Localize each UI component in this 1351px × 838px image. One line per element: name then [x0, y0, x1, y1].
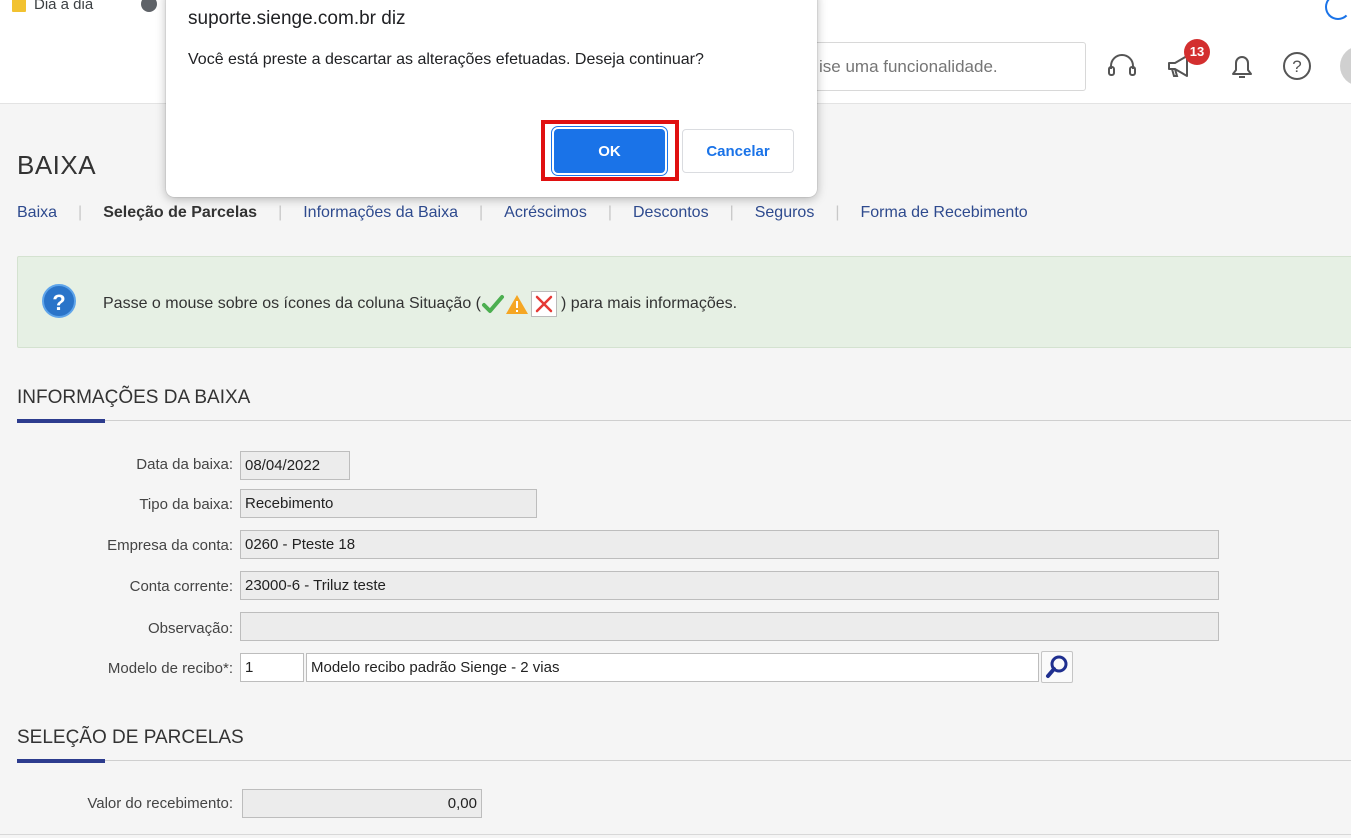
dialog-message: Você está preste a descartar as alteraçõ…: [188, 51, 704, 68]
modelo-recibo-label: Modelo de recibo*:: [107, 660, 233, 677]
bottom-divider: [0, 834, 1351, 835]
valor-recebimento-field: 0,00: [242, 789, 482, 818]
tab-separator: |: [78, 204, 83, 221]
section-divider: [17, 760, 1351, 761]
error-x-icon: [531, 291, 557, 317]
tab-informacoes-baixa[interactable]: Informações da Baixa: [303, 204, 458, 222]
observacao-label: Observação:: [147, 620, 233, 637]
tab-selecao-parcelas[interactable]: Seleção de Parcelas: [103, 204, 257, 222]
info-text-after: ) para mais informações.: [561, 295, 738, 312]
page-title: BAIXA: [17, 150, 97, 180]
data-baixa-label: Data da baixa:: [136, 456, 233, 473]
section-accent: [17, 419, 105, 423]
cancel-button[interactable]: Cancelar: [682, 129, 794, 173]
info-text-before: Passe o mouse sobre os ícones da coluna …: [103, 295, 481, 312]
tab-separator: |: [729, 204, 734, 221]
question-icon: ?: [42, 284, 76, 318]
empresa-conta-field: 0260 - Pteste 18: [240, 530, 1219, 559]
tab-forma-recebimento[interactable]: Forma de Recebimento: [860, 204, 1027, 222]
svg-text:?: ?: [1292, 57, 1301, 76]
bookmark-dia-a-dia[interactable]: Dia a dia: [34, 0, 93, 13]
modelo-recibo-desc-input[interactable]: Modelo recibo padrão Sienge - 2 vias: [306, 653, 1039, 682]
folder-icon: [12, 0, 26, 12]
tab-separator: |: [478, 204, 484, 221]
help-icon[interactable]: ?: [1280, 49, 1314, 83]
tab-baixa[interactable]: Baixa: [17, 204, 57, 222]
warning-icon: [506, 295, 528, 314]
section-divider: [17, 420, 1351, 421]
info-message: Passe o mouse sobre os ícones da coluna …: [103, 291, 737, 317]
tipo-baixa-label: Tipo da baixa:: [139, 496, 233, 513]
section-accent: [17, 759, 105, 763]
search-box[interactable]: [790, 42, 1091, 91]
tab-separator: |: [278, 204, 283, 221]
tab-seguros[interactable]: Seguros: [755, 204, 815, 222]
section-title-informacoes: INFORMAÇÕES DA BAIXA: [17, 387, 251, 408]
notification-badge: 13: [1184, 39, 1210, 65]
conta-corrente-label: Conta corrente:: [129, 578, 233, 595]
tab-descontos[interactable]: Descontos: [633, 204, 709, 222]
empresa-conta-label: Empresa da conta:: [107, 537, 233, 554]
check-icon: [482, 295, 504, 313]
tab-separator: |: [607, 204, 612, 221]
section-title-selecao: SELEÇÃO DE PARCELAS: [17, 727, 244, 748]
tipo-baixa-field: Recebimento: [240, 489, 537, 518]
conta-corrente-field: 23000-6 - Triluz teste: [240, 571, 1219, 600]
refresh-icon[interactable]: [1325, 0, 1351, 20]
globe-icon[interactable]: [141, 0, 157, 12]
tab-acrescimos[interactable]: Acréscimos: [504, 204, 587, 222]
valor-recebimento-label: Valor do recebimento:: [87, 795, 233, 812]
headset-icon[interactable]: [1105, 49, 1139, 83]
search-input[interactable]: [791, 43, 1091, 90]
info-box: ? Passe o mouse sobre os ícones da colun…: [17, 256, 1351, 348]
ok-button[interactable]: OK: [554, 129, 665, 173]
search-icon: [1046, 655, 1068, 678]
tab-bar: Baixa | Seleção de Parcelas | Informações da…: [17, 204, 1028, 222]
modelo-recibo-code-input[interactable]: 1: [240, 653, 304, 682]
tab-separator: |: [835, 204, 840, 221]
lookup-button[interactable]: [1041, 651, 1073, 683]
data-baixa-field: 08/04/2022: [240, 451, 350, 480]
avatar[interactable]: [1340, 46, 1351, 86]
bell-icon[interactable]: [1225, 49, 1259, 83]
confirm-dialog: suporte.sienge.com.br diz Você está pres…: [166, 0, 817, 197]
dialog-origin: suporte.sienge.com.br diz: [188, 8, 406, 29]
observacao-field: [240, 612, 1219, 641]
